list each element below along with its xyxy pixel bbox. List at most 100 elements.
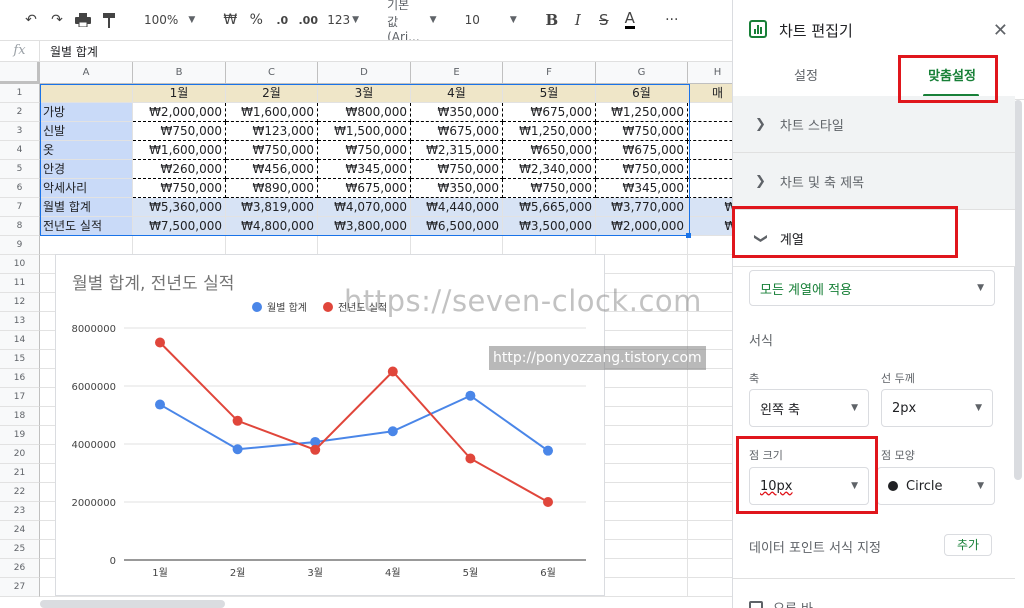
table-cell[interactable]: ₩1,250,000 (596, 103, 688, 122)
row-header[interactable]: 9 (0, 236, 40, 255)
row-header[interactable]: 23 (0, 502, 40, 521)
table-cell[interactable]: ₩750,000 (318, 141, 411, 160)
header-cell[interactable]: 4월 (411, 84, 503, 103)
table-cell[interactable]: ₩6,500,000 (411, 217, 503, 236)
row-header[interactable]: 4 (0, 141, 40, 160)
empty-cell[interactable] (596, 502, 688, 521)
empty-cell[interactable] (688, 578, 732, 597)
empty-cell[interactable] (688, 540, 732, 559)
row-label-cell[interactable]: 가방 (40, 103, 133, 122)
currency-button[interactable]: ₩ (219, 6, 241, 34)
table-cell[interactable]: ₩ (688, 141, 732, 160)
table-cell[interactable]: ₩4,440,000 (411, 198, 503, 217)
row-header[interactable]: 6 (0, 179, 40, 198)
table-cell[interactable]: ₩3,770,000 (596, 198, 688, 217)
table-cell[interactable]: ₩4,800,000 (226, 217, 318, 236)
table-cell[interactable]: ₩2,000,000 (133, 103, 226, 122)
table-cell[interactable]: ₩123,000 (226, 122, 318, 141)
table-cell[interactable]: ₩1,600,000 (226, 103, 318, 122)
row-header[interactable]: 13 (0, 312, 40, 331)
table-cell[interactable]: ₩2,340,000 (503, 160, 596, 179)
empty-cell[interactable] (596, 388, 688, 407)
table-cell[interactable]: ₩750,000 (596, 160, 688, 179)
table-cell[interactable]: ₩2,315,000 (411, 141, 503, 160)
row-header[interactable]: 2 (0, 103, 40, 122)
row-header[interactable]: 12 (0, 293, 40, 312)
row-label-cell[interactable]: 옷 (40, 141, 133, 160)
row-label-cell[interactable]: 안경 (40, 160, 133, 179)
table-cell[interactable]: ₩750,000 (411, 160, 503, 179)
number-format-select[interactable]: 123 ▼ (323, 6, 363, 34)
header-cell[interactable]: 1월 (133, 84, 226, 103)
bold-button[interactable]: B (541, 6, 563, 34)
redo-icon[interactable]: ↷ (46, 6, 68, 34)
table-cell[interactable]: ₩675,000 (503, 103, 596, 122)
empty-cell[interactable] (688, 445, 732, 464)
empty-cell[interactable] (688, 369, 732, 388)
empty-cell[interactable] (688, 464, 732, 483)
table-cell[interactable]: ₩4,070,000 (318, 198, 411, 217)
table-cell[interactable]: ₩350,000 (411, 103, 503, 122)
empty-cell[interactable] (688, 559, 732, 578)
close-icon[interactable]: ✕ (993, 20, 1008, 41)
header-cell[interactable]: 2월 (226, 84, 318, 103)
empty-cell[interactable] (688, 483, 732, 502)
row-header[interactable]: 26 (0, 559, 40, 578)
empty-cell[interactable] (596, 369, 688, 388)
row-header[interactable]: 8 (0, 217, 40, 236)
row-label-cell[interactable]: 신발 (40, 122, 133, 141)
column-header[interactable]: G (596, 62, 688, 84)
row-label-cell[interactable]: 악세사리 (40, 179, 133, 198)
empty-cell[interactable] (596, 255, 688, 274)
empty-cell[interactable] (688, 236, 732, 255)
empty-cell[interactable] (688, 502, 732, 521)
row-header[interactable]: 14 (0, 331, 40, 350)
table-cell[interactable]: ₩675,000 (411, 122, 503, 141)
undo-icon[interactable]: ↶ (20, 6, 42, 34)
table-cell[interactable]: ₩890,000 (226, 179, 318, 198)
empty-cell[interactable] (226, 236, 318, 255)
fill-handle[interactable] (686, 233, 691, 238)
table-cell[interactable]: ₩345,000 (596, 179, 688, 198)
column-header[interactable]: H (688, 62, 732, 84)
table-cell[interactable]: ₩1,600,000 (133, 141, 226, 160)
add-data-point-button[interactable]: 추가 (944, 534, 992, 556)
table-cell[interactable]: ₩750,000 (596, 122, 688, 141)
row-header[interactable]: 11 (0, 274, 40, 293)
series-select[interactable]: 모든 계열에 적용 ▼ (749, 270, 995, 306)
zoom-select[interactable]: 100% ▼ (140, 6, 199, 34)
row-header[interactable]: 16 (0, 369, 40, 388)
select-all-corner[interactable] (0, 62, 40, 84)
empty-cell[interactable] (318, 236, 411, 255)
table-cell[interactable]: ₩675,000 (596, 141, 688, 160)
line-width-select[interactable]: 2px ▼ (881, 389, 993, 427)
panel-scrollbar[interactable] (1014, 100, 1022, 480)
table-cell[interactable]: ₩7,500,000 (133, 217, 226, 236)
row-header[interactable]: 24 (0, 521, 40, 540)
paint-format-icon[interactable] (98, 6, 120, 34)
table-cell[interactable]: ₩456,000 (226, 160, 318, 179)
point-size-select[interactable]: 10px ▼ (749, 467, 869, 505)
table-cell[interactable]: ₩750,000 (133, 179, 226, 198)
italic-button[interactable]: I (567, 6, 589, 34)
header-cell[interactable]: 5월 (503, 84, 596, 103)
empty-cell[interactable] (688, 521, 732, 540)
empty-cell[interactable] (596, 426, 688, 445)
table-cell[interactable]: ₩2 (688, 217, 732, 236)
empty-cell[interactable] (596, 578, 688, 597)
section-series[interactable]: ❯ 계열 (733, 210, 1015, 267)
table-cell[interactable]: ₩750,000 (226, 141, 318, 160)
table-cell[interactable]: ₩3,819,000 (226, 198, 318, 217)
table-cell[interactable]: ₩650,000 (503, 141, 596, 160)
empty-cell[interactable] (133, 236, 226, 255)
table-cell[interactable]: ₩750,000 (503, 179, 596, 198)
empty-cell[interactable] (596, 540, 688, 559)
empty-cell[interactable] (688, 407, 732, 426)
empty-cell[interactable] (688, 426, 732, 445)
section-chart-style[interactable]: ❯ 차트 스타일 (733, 96, 1015, 153)
strikethrough-button[interactable]: S (593, 6, 615, 34)
row-header[interactable]: 5 (0, 160, 40, 179)
row-header[interactable]: 1 (0, 84, 40, 103)
font-size-select[interactable]: 10 ▼ (461, 6, 521, 34)
column-header[interactable]: B (133, 62, 226, 84)
